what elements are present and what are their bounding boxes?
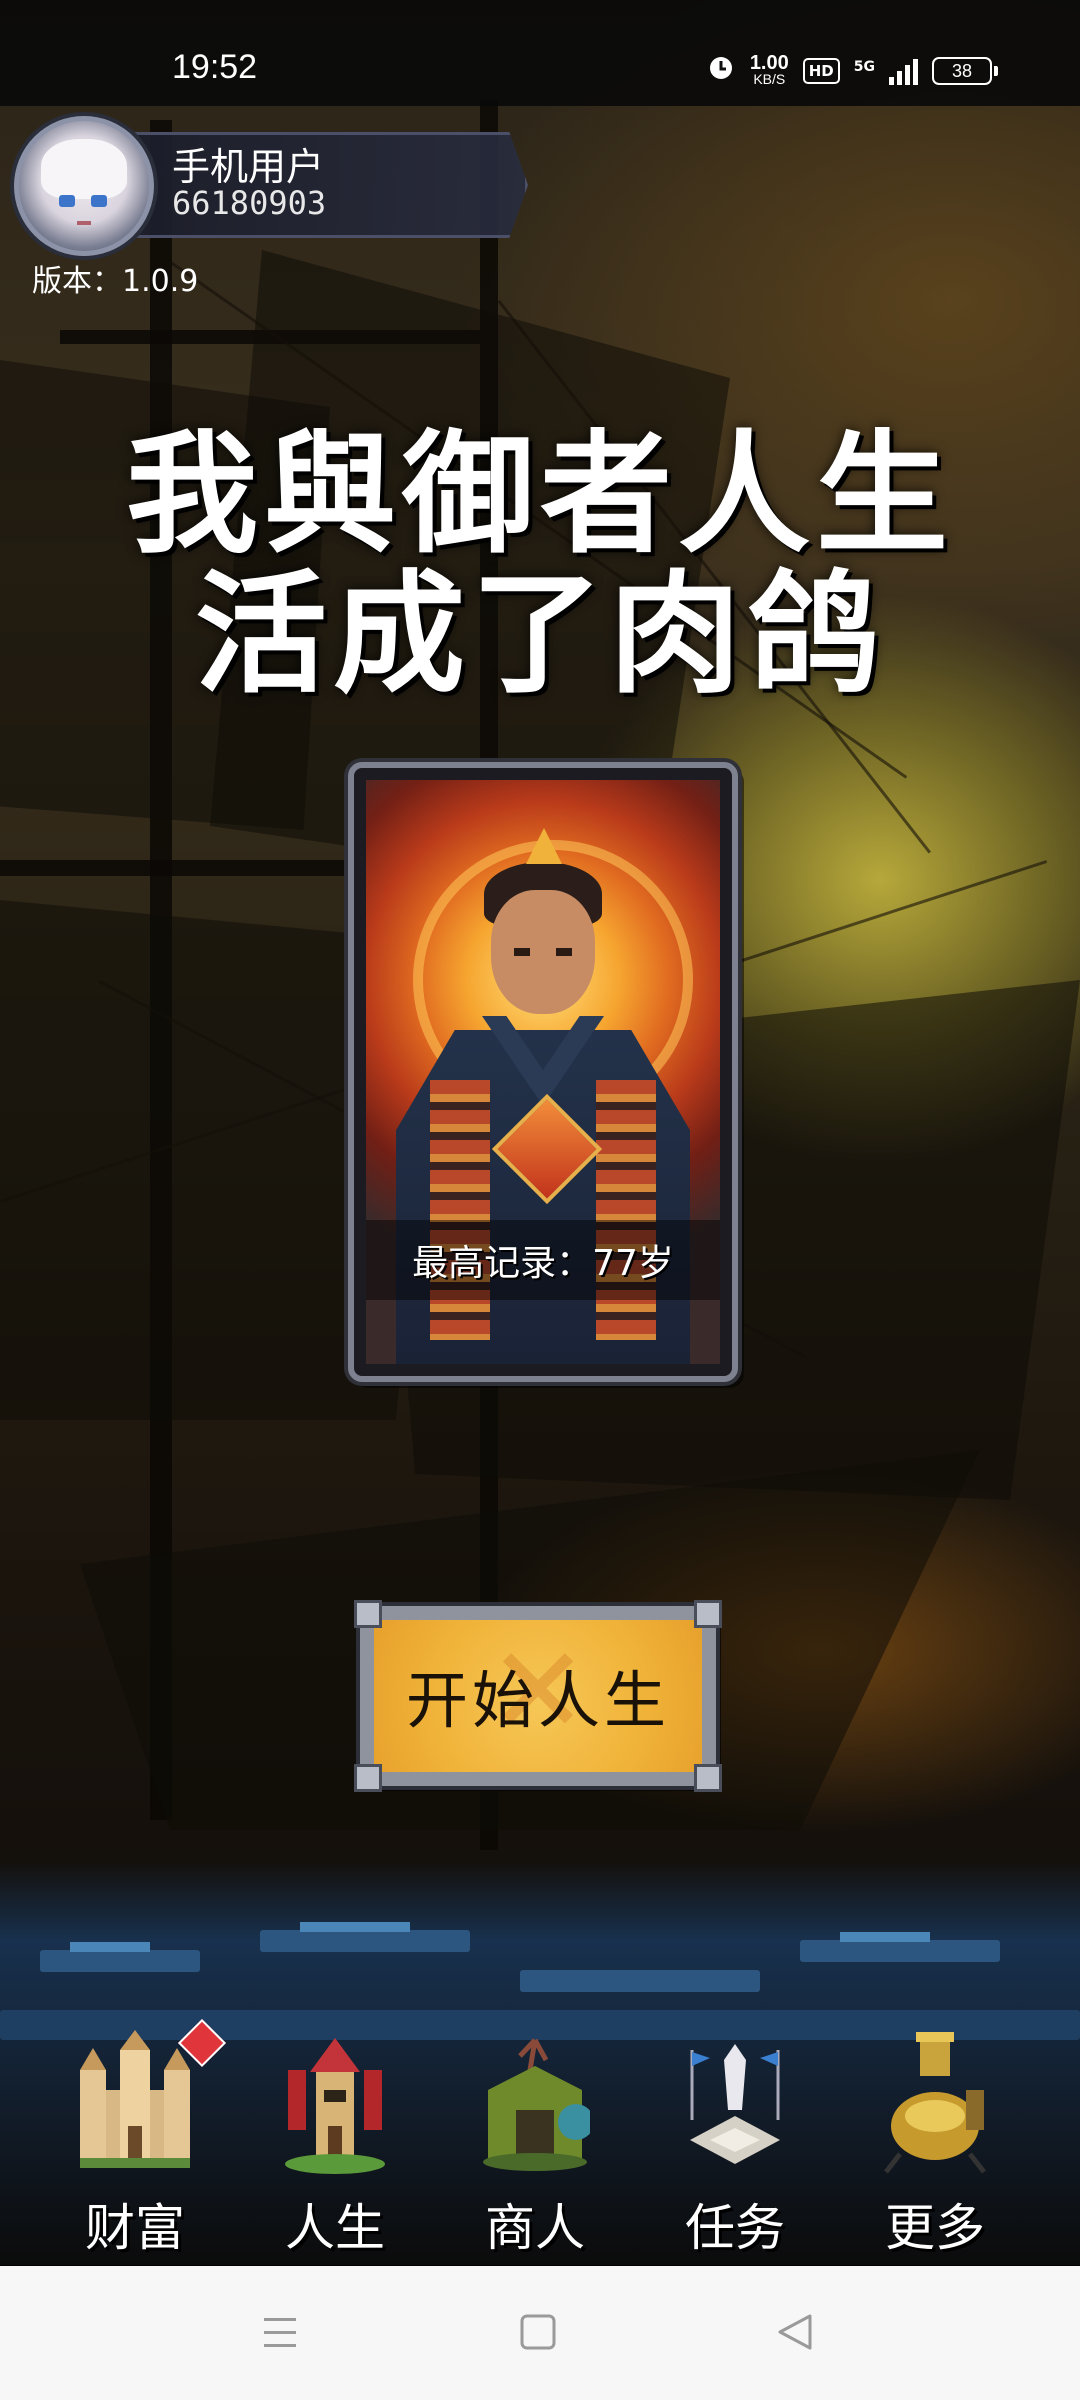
status-bar: 19:52 1.00 KB/S HD 5G 38: [0, 0, 1080, 106]
menu-icon[interactable]: [250, 2308, 310, 2358]
nav-item-life[interactable]: 人生: [245, 2010, 425, 2257]
clock: 19:52: [172, 48, 258, 86]
nav-item-more[interactable]: 更多: [845, 2010, 1025, 2257]
nav-label-merchant: 商人: [485, 2199, 585, 2257]
network-speed: 1.00 KB/S: [749, 51, 789, 87]
nav-item-merchant[interactable]: 商人: [445, 2010, 625, 2257]
system-navigation-bar: [0, 2266, 1080, 2400]
alarm-icon: [706, 52, 736, 89]
home-icon[interactable]: [508, 2308, 568, 2358]
back-icon[interactable]: [766, 2308, 826, 2358]
start-life-button[interactable]: ✕ 开始人生: [354, 1600, 722, 1792]
network-type-label: 5G: [853, 59, 875, 75]
bottom-nav: 财富 人生 商人 任务 更多: [0, 2010, 1080, 2257]
net-speed-value: 1.00: [749, 51, 789, 74]
best-record-label: 最高记录：77岁: [412, 1243, 674, 1284]
avatar[interactable]: [14, 116, 154, 256]
tower-icon: [280, 2030, 390, 2180]
nav-label-tasks: 任务: [685, 2199, 785, 2257]
game-title-line1: 我與御者人生: [126, 418, 954, 572]
game-screen: 19:52 1.00 KB/S HD 5G 38 手机用户 66180903 版…: [0, 0, 1080, 2400]
battery-icon: 38: [932, 56, 998, 85]
hd-icon: HD: [802, 57, 840, 84]
game-title-line2: 活成了肉鸽: [195, 558, 885, 712]
monument-icon: [680, 2030, 790, 2180]
nav-label-wealth: 财富: [85, 2199, 185, 2257]
castle-icon: [80, 2030, 190, 2180]
nav-item-wealth[interactable]: 财富: [45, 2010, 227, 2257]
battery-level: 38: [932, 56, 992, 85]
status-icons: 1.00 KB/S HD 5G 38: [706, 52, 998, 89]
character-card[interactable]: 最高记录：77岁: [348, 762, 738, 1382]
nav-label-life: 人生: [285, 2199, 385, 2257]
user-id: 66180903: [172, 184, 327, 222]
start-life-label: 开始人生: [405, 1664, 670, 1737]
merchant-hut-icon: [480, 2030, 594, 2180]
net-speed-unit: KB/S: [753, 70, 786, 87]
nav-item-tasks[interactable]: 任务: [645, 2010, 825, 2257]
version-label: 版本：1.0.9: [32, 264, 199, 299]
signal-icon: [889, 57, 918, 85]
nav-label-more: 更多: [885, 2199, 985, 2257]
golden-machine-icon: [880, 2030, 990, 2180]
user-name: 手机用户: [172, 145, 325, 189]
